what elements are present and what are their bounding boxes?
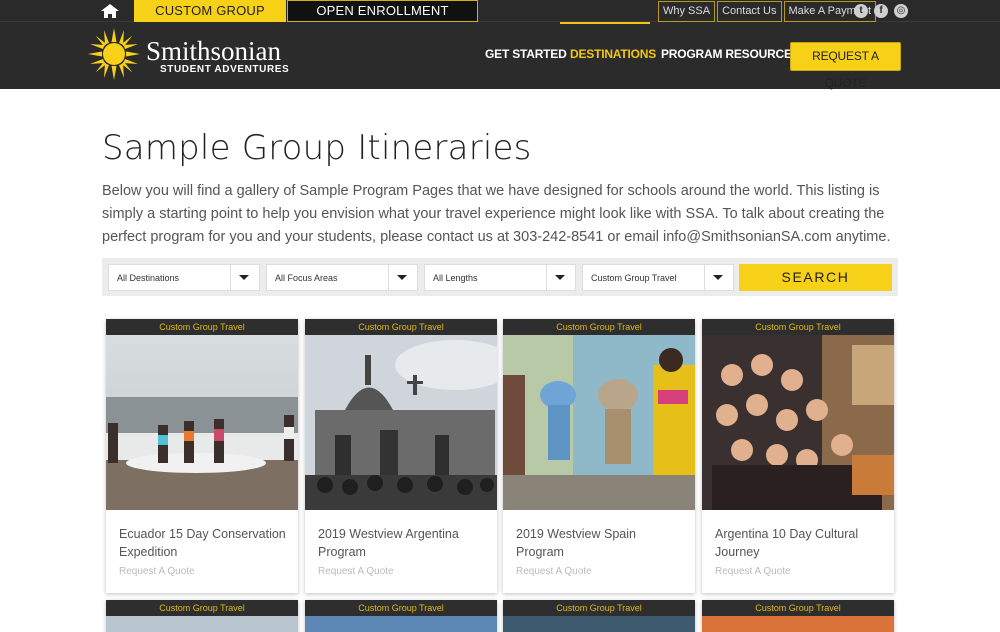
itinerary-card[interactable]: Custom Group Travel Argentina 10 Day Cul…: [702, 319, 894, 593]
destination-select[interactable]: All Destinations: [108, 264, 260, 291]
logo-subtitle: STUDENT ADVENTURES: [160, 64, 290, 75]
itinerary-card[interactable]: Custom Group Travel: [503, 600, 695, 632]
sun-logo-icon[interactable]: [88, 28, 140, 80]
utility-links: Why SSA Contact Us Make A Payment: [658, 1, 878, 22]
card-title[interactable]: 2019 Westview Argentina Program: [318, 525, 488, 561]
program-type-select[interactable]: Custom Group Travel: [582, 264, 734, 291]
length-select[interactable]: All Lengths: [424, 264, 576, 291]
home-icon[interactable]: [100, 3, 120, 19]
card-title[interactable]: Ecuador 15 Day Conservation Expedition: [119, 525, 289, 561]
card-tag: Custom Group Travel: [702, 319, 894, 335]
itinerary-card[interactable]: Custom Group Travel: [305, 600, 497, 632]
itinerary-card[interactable]: Custom Group Travel: [702, 600, 894, 632]
focus-area-select[interactable]: All Focus Areas: [266, 264, 418, 291]
card-photo[interactable]: [702, 616, 894, 632]
request-quote-button[interactable]: REQUEST A QUOTE: [790, 42, 901, 90]
contact-us-link[interactable]: Contact Us: [717, 1, 782, 22]
nav-get-started[interactable]: GET STARTED: [485, 47, 567, 61]
tab-open-enrollment[interactable]: OPEN ENROLLMENT PROGRAMS: [287, 0, 478, 38]
card-photo[interactable]: [503, 616, 695, 632]
tab-custom-group-travel[interactable]: CUSTOM GROUP TRAVEL: [134, 0, 286, 40]
card-request-quote-link[interactable]: Request A Quote: [715, 566, 791, 577]
cemetery-photo[interactable]: [305, 335, 497, 510]
program-type-select-value: Custom Group Travel: [591, 273, 677, 283]
card-tag: Custom Group Travel: [106, 600, 298, 616]
twitter-icon[interactable]: t: [854, 4, 868, 18]
focus-area-select-value: All Focus Areas: [275, 273, 338, 283]
card-tag: Custom Group Travel: [503, 319, 695, 335]
card-tag: Custom Group Travel: [702, 600, 894, 616]
itinerary-card[interactable]: Custom Group Travel: [106, 600, 298, 632]
chevron-down-icon: [713, 275, 723, 280]
chevron-down-icon: [397, 275, 407, 280]
length-select-value: All Lengths: [433, 273, 478, 283]
card-photo[interactable]: [106, 616, 298, 632]
filter-bar: All Destinations All Focus Areas All Len…: [102, 258, 898, 296]
chevron-down-icon: [239, 275, 249, 280]
page-title: Sample Group Itineraries: [102, 128, 532, 168]
select-divider: [230, 265, 231, 290]
group-selfie-photo[interactable]: [702, 335, 894, 510]
instagram-icon[interactable]: ◎: [894, 4, 908, 18]
itinerary-card[interactable]: Custom Group Travel 2019 Westview Argent…: [305, 319, 497, 593]
facebook-icon[interactable]: f: [874, 4, 888, 18]
card-title[interactable]: Argentina 10 Day Cultural Journey: [715, 525, 885, 561]
itinerary-card[interactable]: Custom Group Travel 2019 Westview Spain …: [503, 319, 695, 593]
destination-select-value: All Destinations: [117, 273, 180, 283]
top-utility-bar: CUSTOM GROUP TRAVEL OPEN ENROLLMENT PROG…: [0, 0, 1000, 40]
card-tag: Custom Group Travel: [305, 319, 497, 335]
select-divider: [388, 265, 389, 290]
itinerary-card[interactable]: Custom Group Travel: [106, 319, 298, 593]
chevron-down-icon: [555, 275, 565, 280]
card-tag: Custom Group Travel: [106, 319, 298, 335]
card-tag: Custom Group Travel: [305, 600, 497, 616]
card-tag: Custom Group Travel: [503, 600, 695, 616]
why-ssa-link[interactable]: Why SSA: [658, 1, 716, 22]
beach-photo[interactable]: [106, 335, 298, 510]
card-request-quote-link[interactable]: Request A Quote: [318, 566, 394, 577]
card-request-quote-link[interactable]: Request A Quote: [516, 566, 592, 577]
search-button[interactable]: SEARCH: [739, 264, 892, 291]
intro-paragraph: Below you will find a gallery of Sample …: [102, 183, 891, 245]
card-request-quote-link[interactable]: Request A Quote: [119, 566, 195, 577]
nav-destinations[interactable]: DESTINATIONS: [570, 47, 656, 61]
select-divider: [546, 265, 547, 290]
smurf-statues-photo[interactable]: [503, 335, 695, 510]
card-title[interactable]: 2019 Westview Spain Program: [516, 525, 686, 561]
card-photo[interactable]: [305, 616, 497, 632]
logo-wordmark[interactable]: Smithsonian: [146, 36, 281, 66]
nav-program-resources[interactable]: PROGRAM RESOURCES: [661, 47, 800, 61]
active-nav-indicator: [560, 22, 650, 24]
select-divider: [704, 265, 705, 290]
main-header: Smithsonian STUDENT ADVENTURES GET START…: [0, 22, 1000, 90]
